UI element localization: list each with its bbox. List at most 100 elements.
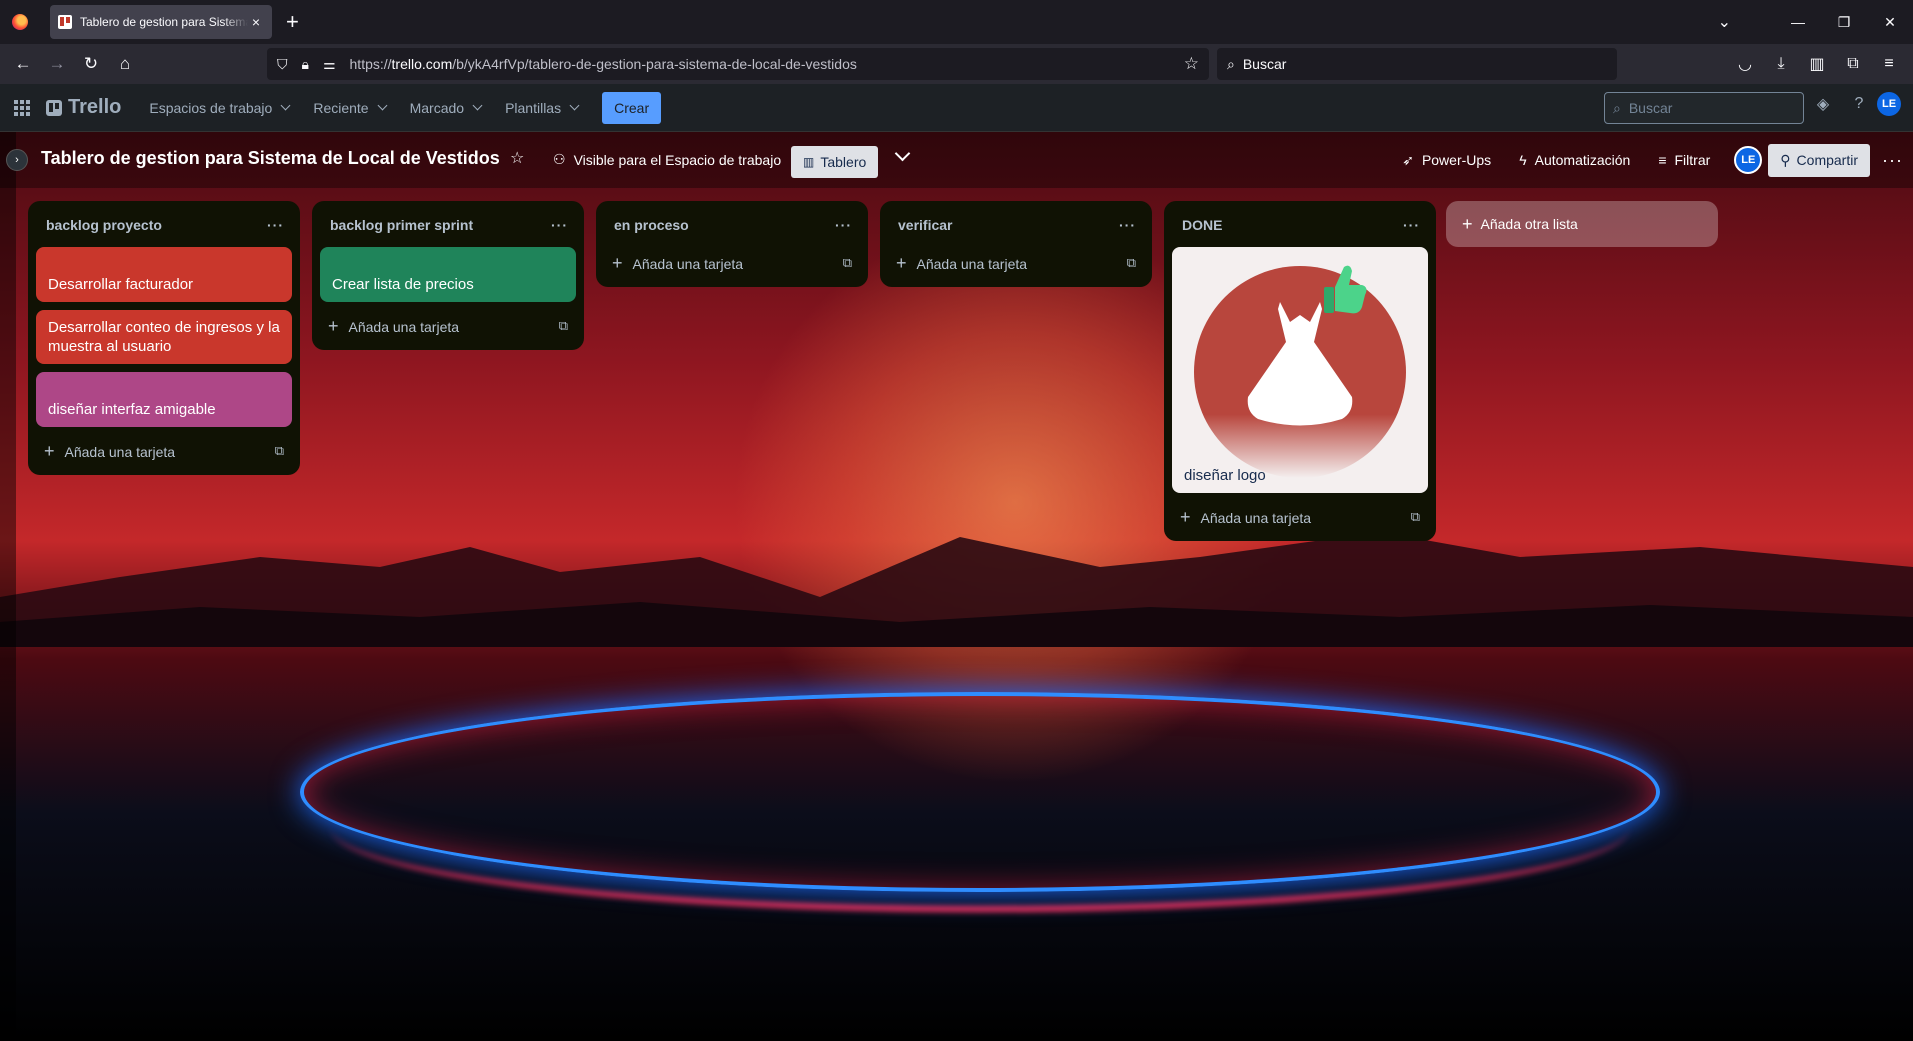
url-bar[interactable]: ⛉ 🔒︎ ⚌ https://trello.com/b/ykA4rfVp/tab… <box>267 48 1209 80</box>
firefox-icon[interactable] <box>12 14 28 30</box>
board-canvas: › Tablero de gestion para Sistema de Loc… <box>0 132 1913 1041</box>
member-avatar[interactable]: LE <box>1734 146 1763 174</box>
close-window-icon[interactable]: ✕ <box>1867 14 1913 31</box>
list-title[interactable]: en proceso <box>614 217 689 233</box>
card-title: Desarrollar facturador <box>48 276 194 293</box>
plus-icon: + <box>44 441 55 461</box>
board-title[interactable]: Tablero de gestion para Sistema de Local… <box>41 148 500 169</box>
expand-sidebar-icon[interactable]: › <box>6 149 28 171</box>
list-backlog-primer-sprint[interactable]: backlog primer sprint ··· Crear lista de… <box>312 201 584 350</box>
card-template-icon[interactable]: ⧉ <box>559 318 568 334</box>
visibility-button[interactable]: ⚇ Visible para el Espacio de trabajo <box>553 151 781 168</box>
notifications-icon[interactable]: ◈ <box>1805 94 1841 114</box>
card-template-icon[interactable]: ⧉ <box>275 443 284 459</box>
card-template-icon[interactable]: ⧉ <box>1127 255 1136 271</box>
chevron-down-icon <box>377 100 388 111</box>
list-menu-icon[interactable]: ··· <box>551 217 568 233</box>
card[interactable]: diseñar interfaz amigable <box>36 372 292 427</box>
browser-tab[interactable]: Tablero de gestion para Sistema × <box>50 5 272 39</box>
add-card-button[interactable]: + Añada una tarjeta ⧉ <box>888 247 1144 279</box>
list-title[interactable]: verificar <box>898 217 952 233</box>
add-card-label: Añada una tarjeta <box>1200 510 1312 526</box>
list-done[interactable]: DONE ··· diseñar logo + Añada una tarjet… <box>1164 201 1436 541</box>
star-board-icon[interactable]: ☆ <box>510 148 524 168</box>
pocket-icon[interactable]: ◡ <box>1727 54 1763 74</box>
tab-list-chevron-icon[interactable]: ⌄ <box>1718 12 1731 32</box>
dress-logo-image <box>1194 265 1406 478</box>
create-button[interactable]: Crear <box>602 91 662 124</box>
menu-starred[interactable]: Marcado <box>398 100 493 116</box>
share-button[interactable]: ⚲ Compartir <box>1768 143 1871 177</box>
menu-recent[interactable]: Reciente <box>301 100 397 116</box>
plus-icon: + <box>328 316 339 336</box>
filter-button[interactable]: ≡ Filtrar <box>1658 152 1710 168</box>
add-card-button[interactable]: + Añada una tarjeta ⧉ <box>1172 501 1428 533</box>
card-with-cover[interactable]: diseñar logo <box>1172 247 1428 493</box>
menu-templates[interactable]: Plantillas <box>493 100 590 116</box>
bookmark-star-icon[interactable]: ☆ <box>1184 54 1199 74</box>
card[interactable]: Desarrollar facturador <box>36 247 292 302</box>
mountains-background <box>0 532 1913 647</box>
card[interactable]: Desarrollar conteo de ingresos y la mues… <box>36 310 292 364</box>
reload-icon[interactable]: ↻ <box>74 54 108 74</box>
list-menu-icon[interactable]: ··· <box>1403 217 1420 233</box>
list-title[interactable]: backlog proyecto <box>46 217 162 233</box>
list-menu-icon[interactable]: ··· <box>1119 217 1136 233</box>
account-avatar[interactable]: LE <box>1877 92 1901 116</box>
list-title[interactable]: backlog primer sprint <box>330 217 473 233</box>
add-card-button[interactable]: + Añada una tarjeta ⧉ <box>320 310 576 342</box>
card-title: Crear lista de precios <box>332 276 474 293</box>
view-board-button[interactable]: ▥ Tablero <box>791 146 879 178</box>
sidebar-icon[interactable]: ▥ <box>1799 54 1835 74</box>
list-menu-icon[interactable]: ··· <box>835 217 852 233</box>
chevron-down-icon <box>472 100 483 111</box>
header-menu: Espacios de trabajo Reciente Marcado Pla… <box>137 100 590 116</box>
add-card-button[interactable]: + Añada una tarjeta ⧉ <box>36 435 292 467</box>
views-chevron-down-icon[interactable] <box>897 148 909 160</box>
list-header: backlog primer sprint ··· <box>320 209 576 241</box>
lock-icon[interactable]: 🔒︎ <box>302 56 309 73</box>
menu-label: Espacios de trabajo <box>149 99 273 116</box>
permissions-icon[interactable]: ⚌ <box>323 56 336 73</box>
browser-tabbar: Tablero de gestion para Sistema × + ⌄ — … <box>0 0 1913 44</box>
forward-icon[interactable]: → <box>40 54 74 74</box>
add-card-button[interactable]: + Añada una tarjeta ⧉ <box>604 247 860 279</box>
shield-icon[interactable]: ⛉ <box>277 56 288 73</box>
list-en-proceso[interactable]: en proceso ··· + Añada una tarjeta ⧉ <box>596 201 868 287</box>
add-card-label: Añada una tarjeta <box>632 256 744 272</box>
trello-search-input[interactable]: ⌕ Buscar <box>1604 92 1804 124</box>
back-icon[interactable]: ← <box>6 54 40 74</box>
chevron-down-icon <box>569 100 580 111</box>
home-icon[interactable]: ⌂ <box>108 54 142 74</box>
list-title[interactable]: DONE <box>1182 217 1222 233</box>
list-menu-icon[interactable]: ··· <box>267 217 284 233</box>
new-tab-button[interactable]: + <box>286 11 299 33</box>
trello-logo-icon <box>46 99 62 116</box>
powerups-button[interactable]: ➶ Power-Ups <box>1402 152 1491 169</box>
tab-close-icon[interactable]: × <box>248 14 264 30</box>
card-template-icon[interactable]: ⧉ <box>1411 509 1420 525</box>
app-switcher-icon[interactable] <box>14 99 30 116</box>
automation-button[interactable]: ϟ Automatización <box>1519 152 1630 168</box>
board-menu-icon[interactable]: ··· <box>1882 150 1903 171</box>
list-header: verificar ··· <box>888 209 1144 241</box>
help-icon[interactable]: ? <box>1841 95 1877 113</box>
list-verificar[interactable]: verificar ··· + Añada una tarjeta ⧉ <box>880 201 1152 287</box>
trello-logo[interactable]: Trello <box>46 96 121 119</box>
board-header-right: ➶ Power-Ups ϟ Automatización ≡ Filtrar LE ⚲… <box>1374 143 1903 177</box>
card[interactable]: Crear lista de precios <box>320 247 576 302</box>
add-list-button[interactable]: + Añada otra lista <box>1446 201 1718 247</box>
restore-icon[interactable]: ❐ <box>1821 14 1867 31</box>
minimize-icon[interactable]: — <box>1775 14 1821 30</box>
header-right: ◈ ? LE <box>1805 92 1901 116</box>
browser-search-bar[interactable]: ⌕ Buscar <box>1217 48 1617 80</box>
plus-icon: + <box>896 253 907 273</box>
list-backlog-proyecto[interactable]: backlog proyecto ··· Desarrollar factura… <box>28 201 300 475</box>
add-person-icon: ⚲ <box>1780 151 1791 168</box>
downloads-icon[interactable]: ⤓ <box>1763 55 1799 73</box>
card-template-icon[interactable]: ⧉ <box>843 255 852 271</box>
menu-label: Plantillas <box>505 99 562 116</box>
menu-workspaces[interactable]: Espacios de trabajo <box>137 100 301 116</box>
menu-icon[interactable]: ≡ <box>1871 55 1907 73</box>
extensions-icon[interactable]: ⧉ <box>1835 55 1871 73</box>
